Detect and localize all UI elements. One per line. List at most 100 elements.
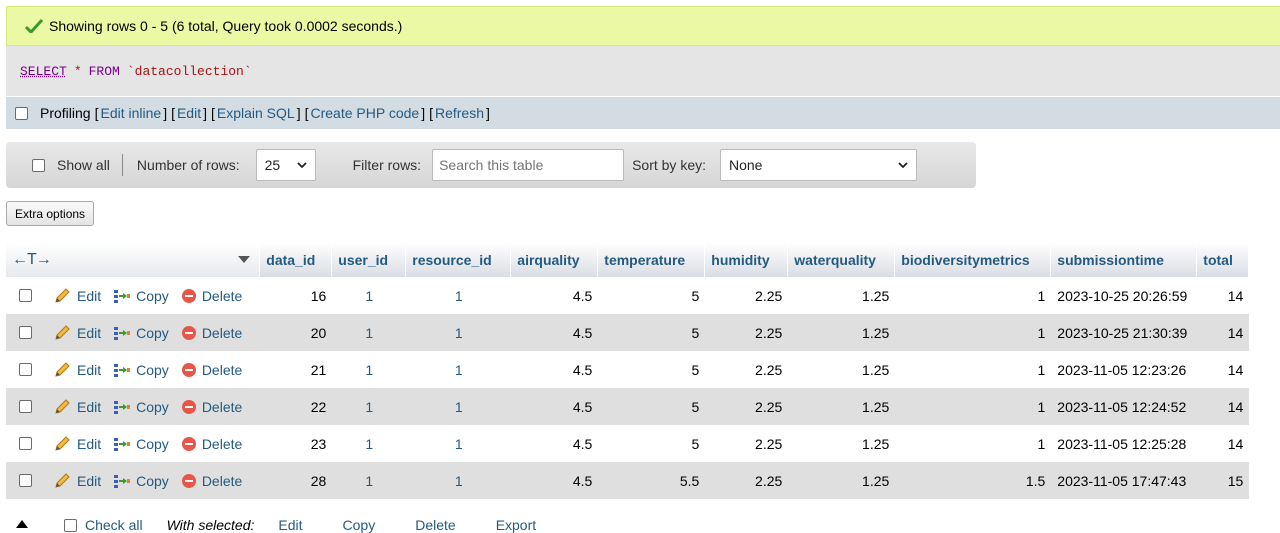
- cell-user-id[interactable]: 1: [332, 425, 407, 462]
- cell-resource-id[interactable]: 1: [406, 314, 512, 351]
- cell-data-id: 20: [260, 314, 333, 351]
- cell-resource-id[interactable]: 1: [406, 277, 512, 314]
- filter-input[interactable]: Search this table: [432, 149, 625, 181]
- cell-airquality: 4.5: [511, 425, 599, 462]
- edit-inline-link[interactable]: Edit inline: [100, 105, 161, 121]
- bottom-delete-button[interactable]: Delete: [415, 517, 455, 533]
- column-header-airquality[interactable]: airquality: [511, 243, 599, 277]
- refresh-link[interactable]: Refresh: [435, 105, 484, 121]
- cell-user-id[interactable]: 1: [332, 351, 407, 388]
- cell-data-id: 28: [260, 462, 333, 499]
- cell-resource-id[interactable]: 1: [406, 425, 512, 462]
- cell-total: 14: [1197, 425, 1250, 462]
- row-checkbox[interactable]: [19, 289, 32, 302]
- sql-star: *: [73, 63, 82, 79]
- edit-link[interactable]: Edit: [177, 105, 201, 121]
- pencil-icon: [55, 287, 70, 303]
- cell-waterquality: 1.25: [788, 314, 896, 351]
- column-header-data-id[interactable]: data_id: [260, 243, 333, 277]
- cell-submissiontime: 2023-10-25 20:26:59: [1051, 277, 1198, 314]
- column-header-biodiversitymetrics[interactable]: biodiversitymetrics: [895, 243, 1052, 277]
- column-header-temperature[interactable]: temperature: [598, 243, 706, 277]
- row-delete-button[interactable]: Delete: [181, 436, 242, 452]
- cell-biodiversitymetrics: 1: [895, 351, 1052, 388]
- cell-humidity: 2.25: [705, 277, 789, 314]
- row-copy-button[interactable]: Copy: [113, 362, 169, 378]
- profiling-checkbox[interactable]: [15, 106, 28, 120]
- bottom-edit-button[interactable]: Edit: [278, 517, 302, 533]
- profiling-label: Profiling: [40, 105, 91, 121]
- row-edit-button[interactable]: Edit: [54, 325, 101, 341]
- row-checkbox[interactable]: [19, 437, 32, 450]
- cell-resource-id[interactable]: 1: [406, 388, 512, 425]
- cell-airquality: 4.5: [511, 462, 599, 499]
- bottom-copy-button[interactable]: Copy: [343, 517, 376, 533]
- pencil-icon: [55, 361, 70, 377]
- row-copy-button[interactable]: Copy: [113, 473, 169, 489]
- cell-resource-id[interactable]: 1: [406, 351, 512, 388]
- row-edit-button[interactable]: Edit: [54, 362, 101, 378]
- table-row: Edit Copy Delete 23 1 1 4.5 5 2.25 1.25 1 2023-11-0…: [6, 425, 1250, 462]
- cell-waterquality: 1.25: [788, 351, 896, 388]
- pencil-icon: [55, 472, 70, 488]
- table-row: Edit Copy Delete 21 1 1 4.5 5 2.25 1.25 1 2023-11-0…: [6, 351, 1250, 388]
- cell-data-id: 23: [260, 425, 333, 462]
- bottom-export-button[interactable]: Export: [496, 517, 536, 533]
- explain-sql-link[interactable]: Explain SQL: [217, 105, 295, 121]
- delete-icon: [181, 399, 196, 414]
- filter-label: Filter rows:: [352, 157, 422, 173]
- extra-options-button[interactable]: Extra options: [6, 201, 95, 226]
- row-actions-cell: Edit Copy Delete: [6, 314, 261, 351]
- row-delete-button[interactable]: Delete: [181, 325, 242, 341]
- column-header-waterquality[interactable]: waterquality: [788, 243, 896, 277]
- row-edit-button[interactable]: Edit: [54, 436, 101, 452]
- sort-select[interactable]: None: [720, 149, 917, 181]
- row-copy-button[interactable]: Copy: [113, 288, 169, 304]
- column-header-submissiontime[interactable]: submissiontime: [1051, 243, 1198, 277]
- show-all-checkbox[interactable]: [32, 158, 45, 172]
- row-edit-button[interactable]: Edit: [54, 399, 101, 415]
- cell-user-id[interactable]: 1: [332, 388, 407, 425]
- row-delete-button[interactable]: Delete: [181, 362, 242, 378]
- cell-user-id[interactable]: 1: [332, 314, 407, 351]
- rows-label: Number of rows:: [136, 157, 240, 173]
- row-edit-button[interactable]: Edit: [54, 288, 101, 304]
- copy-icon: [114, 400, 131, 414]
- row-edit-button[interactable]: Edit: [54, 473, 101, 489]
- cell-total: 14: [1197, 351, 1250, 388]
- row-copy-button[interactable]: Copy: [113, 399, 169, 415]
- cell-airquality: 4.5: [511, 351, 599, 388]
- row-actions-cell: Edit Copy Delete: [6, 462, 261, 499]
- sort-triangle-icon[interactable]: [238, 256, 250, 264]
- create-php-code-link[interactable]: Create PHP code: [310, 105, 419, 121]
- cell-user-id[interactable]: 1: [332, 277, 407, 314]
- rows-select[interactable]: 25: [255, 149, 316, 181]
- row-checkbox[interactable]: [19, 363, 32, 376]
- cell-user-id[interactable]: 1: [332, 462, 407, 499]
- row-actions-cell: Edit Copy Delete: [6, 351, 261, 388]
- column-header-resource-id[interactable]: resource_id: [406, 243, 512, 277]
- column-header-humidity[interactable]: humidity: [705, 243, 789, 277]
- cell-resource-id[interactable]: 1: [406, 462, 512, 499]
- row-checkbox[interactable]: [19, 474, 32, 487]
- table-header-row: ←T→ data_id user_id resource_id airquali…: [6, 243, 1250, 277]
- checkmark-icon: [25, 18, 45, 34]
- column-header-user-id[interactable]: user_id: [332, 243, 407, 277]
- row-copy-button[interactable]: Copy: [113, 436, 169, 452]
- check-all-label[interactable]: Check all: [85, 517, 143, 533]
- delete-icon: [181, 362, 196, 377]
- cell-total: 14: [1197, 277, 1250, 314]
- row-copy-button[interactable]: Copy: [113, 325, 169, 341]
- row-checkbox[interactable]: [19, 400, 32, 413]
- sql-table-name: `datacollection`: [126, 63, 252, 79]
- sort-select-value: None: [729, 157, 763, 173]
- row-delete-button[interactable]: Delete: [181, 399, 242, 415]
- sql-select-keyword[interactable]: SELECT: [20, 64, 67, 79]
- row-delete-button[interactable]: Delete: [181, 288, 242, 304]
- copy-icon: [114, 474, 131, 488]
- column-header-total[interactable]: total: [1197, 243, 1250, 277]
- row-actions-cell: Edit Copy Delete: [6, 425, 261, 462]
- column-resize-arrows[interactable]: ←T→: [12, 251, 52, 269]
- row-checkbox[interactable]: [19, 326, 32, 339]
- row-delete-button[interactable]: Delete: [181, 473, 242, 489]
